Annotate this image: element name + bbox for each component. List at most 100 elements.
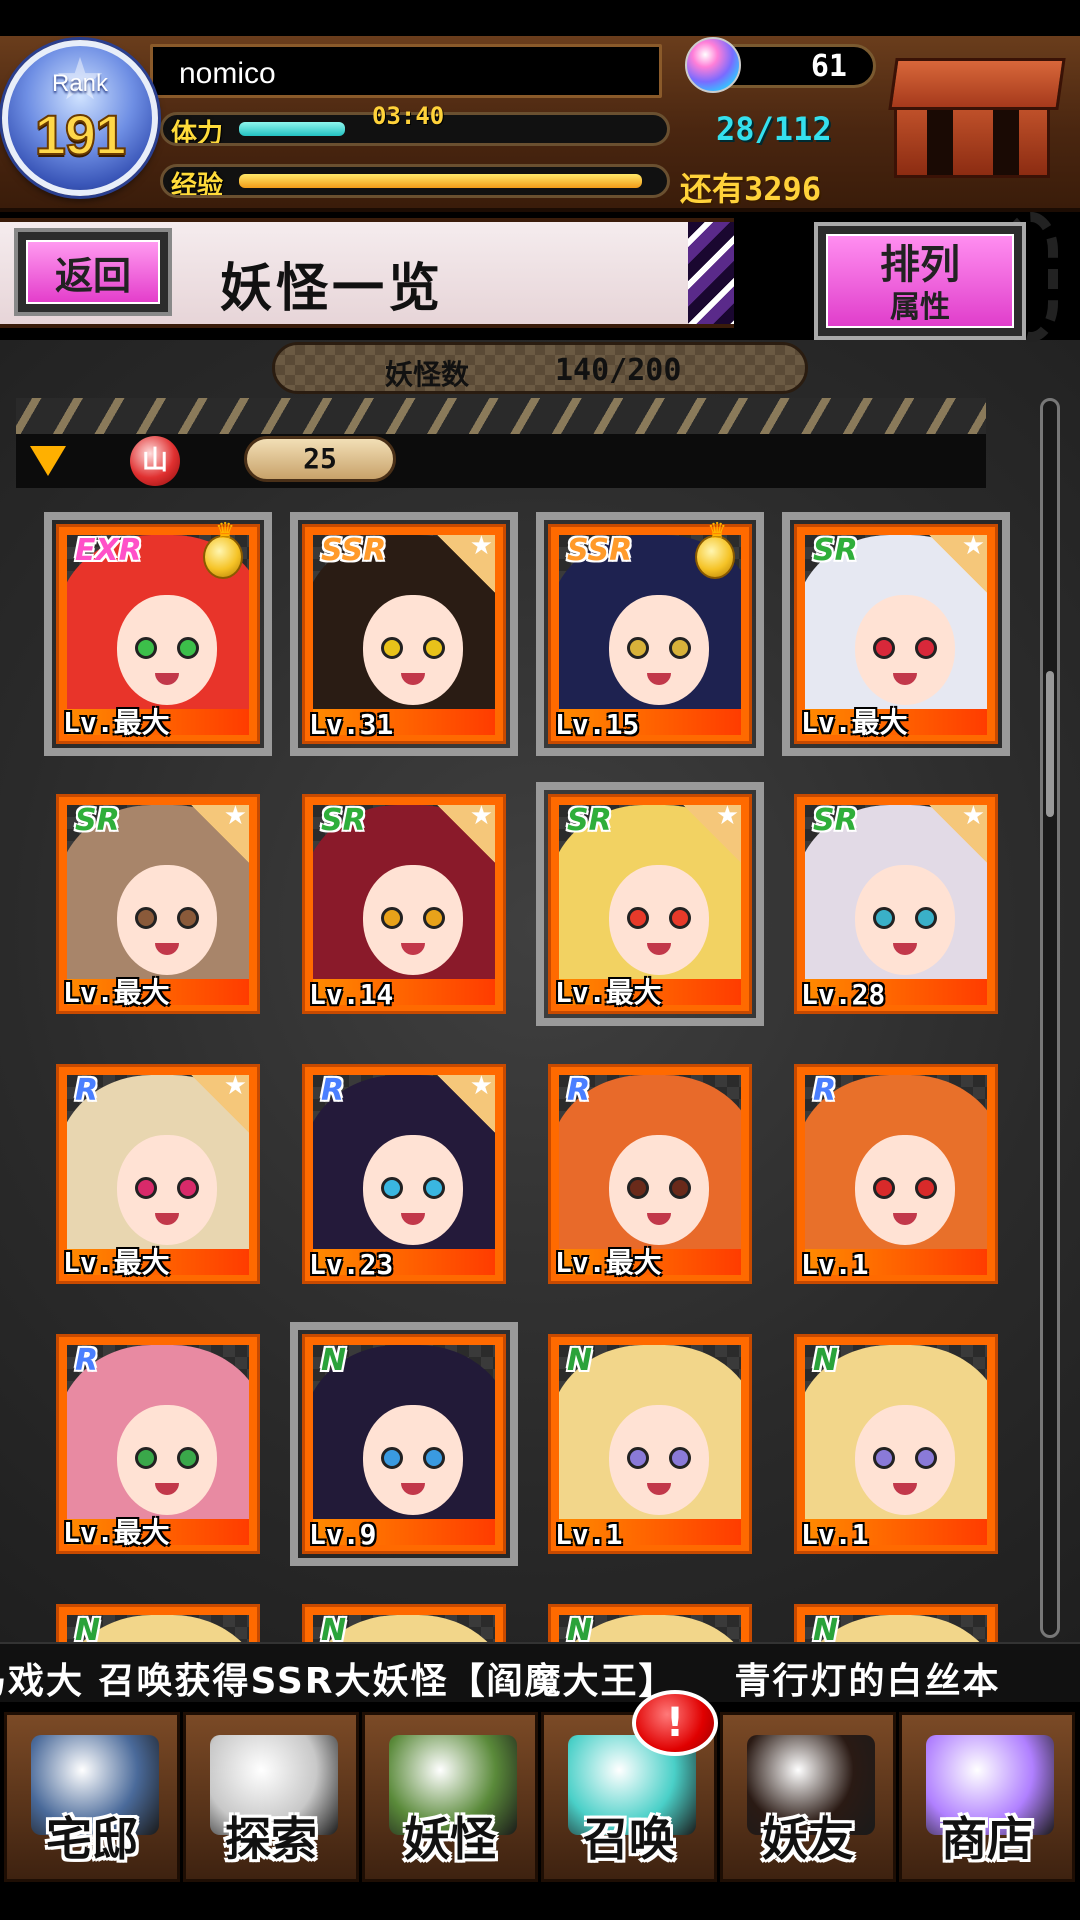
portrait-eye [135,1447,157,1469]
card-level: Lv.最大 [63,1246,170,1279]
monster-card[interactable]: Lv.31 SSR ★ [290,512,518,756]
star-icon: ★ [223,801,247,831]
monster-card[interactable]: N [794,1604,998,1642]
level-filter[interactable]: 25 [244,436,396,482]
portrait-mouth [401,1213,425,1225]
sort-button-face: 排列 属性 [826,234,1014,328]
monster-card[interactable]: Lv.最大 SR ★ [56,794,260,1014]
star-icon: ★ [961,531,985,561]
monster-card[interactable]: Lv.1 N [794,1334,998,1554]
portrait-eye [669,637,691,659]
sort-button[interactable]: 排列 属性 [814,222,1026,340]
treasure-chest-icon[interactable] [884,50,1070,180]
exp-fill [239,174,642,188]
chest-band [927,103,953,175]
portrait-face [363,1135,463,1245]
card-level: Lv.1 [801,1248,869,1281]
monster-card[interactable]: Lv.9 N [290,1322,518,1566]
monster-card[interactable]: Lv.14 SR ★ [302,794,506,1014]
nav-item-mansion[interactable]: 宅邸 [4,1712,180,1882]
portrait-eye [627,637,649,659]
dropdown-arrow-icon[interactable] [30,446,66,476]
filter-strip: 山 25 [16,398,986,488]
portrait-eye [177,1177,199,1199]
portrait-mouth [155,1483,179,1495]
rarity-badge: R [75,1073,99,1108]
nav-item-friend[interactable]: 妖友 [720,1712,896,1882]
portrait-mouth [647,1213,671,1225]
monster-card[interactable]: Lv.最大 SR ★ [536,782,764,1026]
exp-remaining: 还有3296 [680,164,821,210]
card-level: Lv.最大 [63,976,170,1009]
monster-card[interactable]: Lv.1 N [548,1334,752,1554]
portrait-face [855,865,955,975]
portrait-mouth [155,943,179,955]
portrait-eye [669,1447,691,1469]
monster-card[interactable]: Lv.最大 EXR ♛ [44,512,272,756]
nav-item-magnifier[interactable]: 探索 [183,1712,359,1882]
portrait-face [117,1135,217,1245]
crown-icon: ♛ [215,519,235,544]
portrait-mouth [401,673,425,685]
card-frame: Lv.9 N [302,1334,506,1554]
portrait-eye [381,1447,403,1469]
monster-card[interactable]: Lv.最大 R [56,1334,260,1554]
monster-card[interactable]: Lv.1 R [794,1064,998,1284]
rarity-badge: N [75,1613,101,1642]
card-level: Lv.最大 [555,1246,662,1279]
rarity-badge: N [321,1613,347,1642]
monster-card[interactable]: Lv.最大 R [548,1064,752,1284]
card-frame: Lv.最大 EXR ♛ [56,519,260,744]
portrait-eye [627,1447,649,1469]
portrait-eye [873,907,895,929]
monster-card[interactable]: Lv.28 SR ★ [794,794,998,1014]
nav-item-scroll[interactable]: 妖怪 [362,1712,538,1882]
portrait-face [609,865,709,975]
monster-card[interactable]: Lv.15 SSR ♛ [536,512,764,756]
monster-card[interactable]: Lv.最大 R ★ [56,1064,260,1284]
star-icon: ★ [961,801,985,831]
card-frame: N [794,1604,998,1642]
monster-card[interactable]: N [56,1604,260,1642]
rarity-badge: SR [75,803,120,838]
portrait-eye [627,907,649,929]
monster-card[interactable]: N [548,1604,752,1642]
card-level: Lv.9 [309,1518,377,1551]
rank-badge[interactable]: ★ Rank 191 [2,40,158,196]
scrollbar-thumb[interactable] [1046,671,1054,817]
portrait-mouth [155,1213,179,1225]
monster-card[interactable]: Lv.最大 SR ★ [782,512,1010,756]
monster-card[interactable]: N [302,1604,506,1642]
scrollbar[interactable] [1040,398,1060,1638]
title-stripe-decoration [688,222,734,324]
card-frame: Lv.15 SSR ♛ [548,521,752,744]
portrait-eye [177,1447,199,1469]
card-level: Lv.31 [309,708,394,741]
news-ticker: 马戏大 召唤获得SSR大妖怪【阎魔大王】 青行灯的白丝本 [0,1642,1080,1702]
back-button[interactable]: 返回 [14,228,172,316]
page-title: 妖怪一览 [220,259,445,319]
portrait-eye [915,1177,937,1199]
portrait-face [855,1405,955,1515]
portrait-face [117,865,217,975]
monster-card[interactable]: Lv.23 R ★ [302,1064,506,1284]
portrait-face [363,1405,463,1515]
portrait-mouth [155,673,179,685]
card-frame: Lv.最大 R [56,1334,260,1554]
portrait-mouth [893,673,917,685]
portrait-eye [915,1447,937,1469]
monster-count-value: 140/200 [555,353,682,388]
card-frame: Lv.28 SR ★ [794,794,998,1014]
portrait-eye [381,637,403,659]
nav-item-orb[interactable]: 商店 [899,1712,1075,1882]
star-icon: ★ [469,801,493,831]
gem-counter[interactable]: 61 [685,37,876,93]
sort-value: 属性 [890,290,950,325]
mountain-element-icon[interactable]: 山 [130,436,180,486]
card-level: Lv.23 [309,1248,394,1281]
card-frame: Lv.1 N [548,1334,752,1554]
card-frame: N [548,1604,752,1642]
nav-label: 探索 [225,1812,317,1866]
card-level: Lv.14 [309,978,394,1011]
portrait-face [855,1135,955,1245]
